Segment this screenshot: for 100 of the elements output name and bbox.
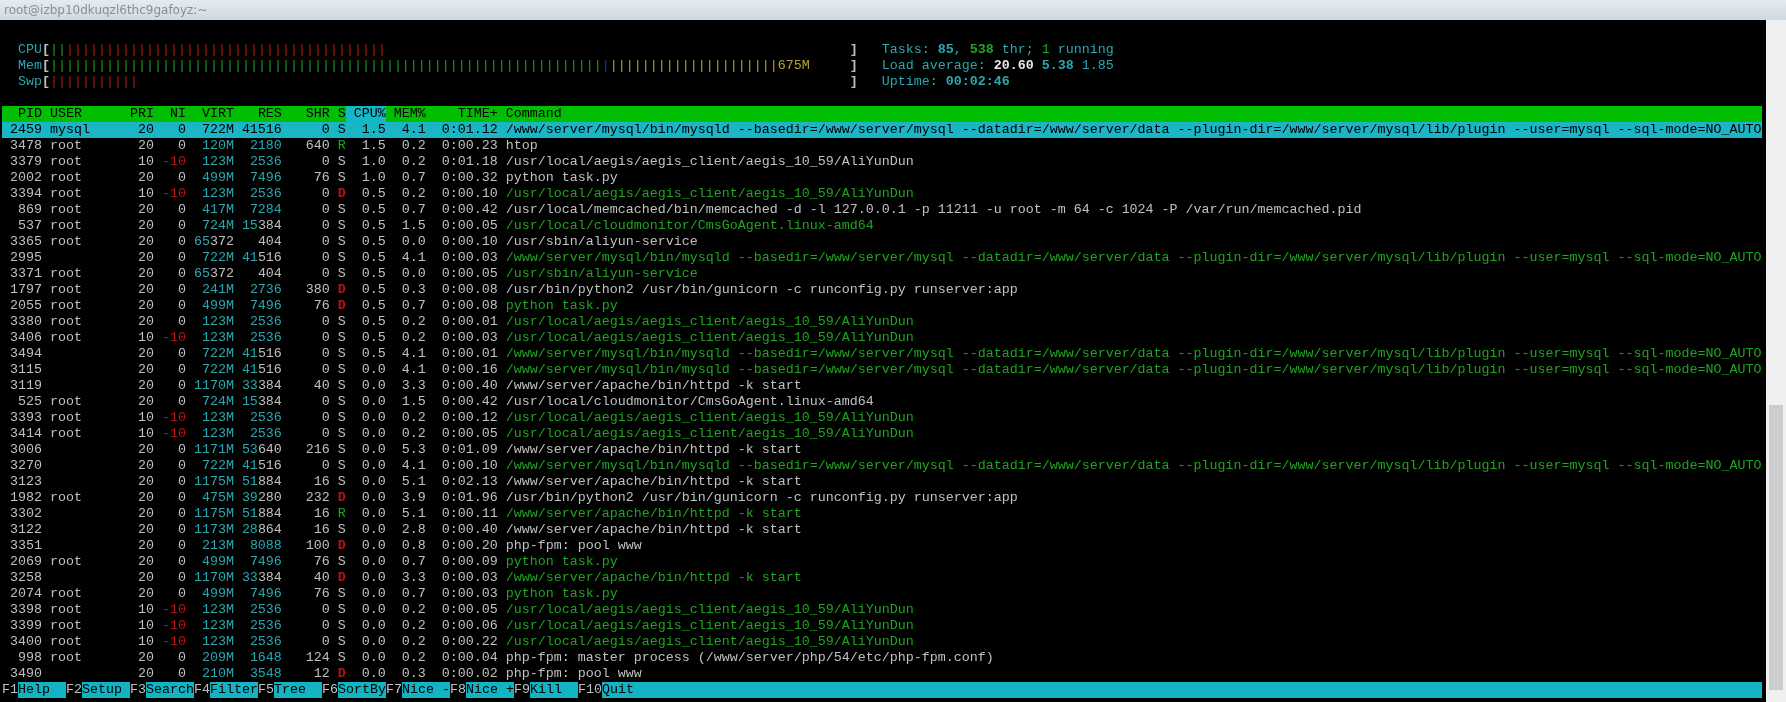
- table-cell-text: 0:00.05: [440, 426, 498, 442]
- column-header[interactable]: S: [329, 106, 346, 122]
- table-cell-text: 0: [320, 346, 330, 362]
- process-row[interactable]: 3371 root 20 0 65372 404 0 S 0.5 0.0 0:00.05 /usr/sbin/aliyun-service: [2, 266, 1762, 282]
- process-row[interactable]: 3490 20 0 210M 3548 12 D 0.0 0.3 0:00.02 php-fpm: pool www: [2, 666, 1762, 682]
- process-row[interactable]: 3393 root 10 -10 123M 2536 0 S 0.0 0.2 0:00.12 /usr/local/aegis/aegis_client/aegis_10_59/AliYunDun: [2, 410, 1762, 426]
- process-row[interactable]: 2055 root 20 0 499M 7496 76 D 0.5 0.7 0:00.08 python task.py: [2, 298, 1762, 314]
- table-cell-text: -10: [160, 330, 186, 346]
- table-cell-text: root: [48, 266, 83, 282]
- process-row[interactable]: 2074 root 20 0 499M 7496 76 S 0.0 0.7 0:00.03 python task.py: [2, 586, 1762, 602]
- process-row[interactable]: 3398 root 10 -10 123M 2536 0 S 0.0 0.2 0:00.05 /usr/local/aegis/aegis_client/aegis_10_59/AliYunDun: [2, 602, 1762, 618]
- table-cell-text: 20: [136, 122, 154, 138]
- column-header[interactable]: USER: [42, 106, 122, 122]
- process-row[interactable]: 3123 20 0 1175M 51884 16 S 0.0 5.1 0:02.13 /www/server/apache/bin/httpd -k start: [2, 474, 1762, 490]
- table-cell-text: 0.3: [400, 282, 426, 298]
- process-row[interactable]: 3399 root 10 -10 123M 2536 0 S 0.0 0.2 0:00.06 /usr/local/aegis/aegis_client/aegis_10_59/AliYunDun: [2, 618, 1762, 634]
- process-row[interactable]: 3494 20 0 722M 41516 0 S 0.5 4.1 0:00.01 /www/server/mysql/bin/mysqld --basedir=/www/server/mysql --datadir=/www/server/data --plugin-dir=/www/server/mysql/lib/plugin --user=mysql --sql-mode=NO_AUTO: [2, 346, 1762, 362]
- process-row[interactable]: 2995 20 0 722M 41516 0 S 0.5 4.1 0:00.03 /www/server/mysql/bin/mysqld --basedir=/www/server/mysql --datadir=/www/server/data --plugin-dir=/www/server/mysql/lib/plugin --user=mysql --sql-mode=NO_AUTO: [2, 250, 1762, 266]
- table-cell-text: 537: [17, 218, 42, 234]
- column-header[interactable]: RES: [233, 106, 282, 122]
- table-cell-text: 0.0: [360, 458, 386, 474]
- column-header[interactable]: MEM%: [385, 106, 426, 122]
- process-row[interactable]: 2002 root 20 0 499M 7496 76 S 1.0 0.7 0:00.32 python task.py: [2, 170, 1762, 186]
- table-cell-text: 0:00.06: [440, 618, 498, 634]
- table-cell-text: D: [336, 186, 346, 202]
- table-cell-text: 0: [176, 234, 186, 250]
- table-cell-text: 724M: [200, 394, 234, 410]
- table-cell-text: S: [336, 442, 346, 458]
- table-cell-text: 1173M: [192, 522, 234, 538]
- table-cell-text: 0: [320, 186, 330, 202]
- process-row[interactable]: 3365 root 20 0 65372 404 0 S 0.5 0.0 0:00.10 /usr/sbin/aliyun-service: [2, 234, 1762, 250]
- table-cell-text: S: [336, 554, 346, 570]
- table-cell-text: 0: [320, 458, 330, 474]
- table-cell-text: 5.3: [400, 442, 426, 458]
- table-cell-text: 0: [320, 410, 330, 426]
- column-header[interactable]: NI: [153, 106, 186, 122]
- table-cell-text: 0: [176, 538, 186, 554]
- scrollbar[interactable]: [1766, 20, 1786, 702]
- process-row[interactable]: 1797 root 20 0 241M 2736 380 D 0.5 0.3 0:00.08 /usr/bin/python2 /usr/bin/gunicorn -c runconfig.py runserver:app: [2, 282, 1762, 298]
- column-header[interactable]: VIRT: [185, 106, 234, 122]
- summary-line: Tasks: 85, 538 thr; 1 running: [881, 42, 1114, 58]
- process-row[interactable]: [2, 122, 1762, 138]
- process-row[interactable]: 3394 root 10 -10 123M 2536 0 D 0.5 0.2 0:00.10 /usr/local/aegis/aegis_client/aegis_10_59/AliYunDun: [2, 186, 1762, 202]
- meter-bars: ||||||||||||||||||||||||||||||||||||||||: [65, 42, 386, 58]
- column-header[interactable]: CPU%: [345, 106, 386, 122]
- table-cell-text: S: [336, 618, 346, 634]
- process-row[interactable]: 3119 20 0 1170M 33384 40 S 0.0 3.3 0:00.40 /www/server/apache/bin/httpd -k start: [2, 378, 1762, 394]
- table-cell-text: root: [48, 154, 83, 170]
- process-row[interactable]: 3302 20 0 1175M 51884 16 R 0.0 5.1 0:00.11 /www/server/apache/bin/httpd -k start: [2, 506, 1762, 522]
- process-row[interactable]: 3379 root 10 -10 123M 2536 0 S 1.0 0.2 0:01.18 /usr/local/aegis/aegis_client/aegis_10_59/AliYunDun: [2, 154, 1762, 170]
- process-row[interactable]: 3258 20 0 1170M 33384 40 D 0.0 3.3 0:00.03 /www/server/apache/bin/httpd -k start: [2, 570, 1762, 586]
- process-row[interactable]: 3380 root 20 0 123M 2536 0 S 0.5 0.2 0:00.01 /usr/local/aegis/aegis_client/aegis_10_59/AliYunDun: [2, 314, 1762, 330]
- table-cell-text: 20: [136, 522, 154, 538]
- table-cell-text: 0: [176, 218, 186, 234]
- process-row[interactable]: 1982 root 20 0 475M 39280 232 D 0.0 3.9 0:01.96 /usr/bin/python2 /usr/bin/gunicorn -c runconfig.py runserver:app: [2, 490, 1762, 506]
- column-header[interactable]: PRI: [121, 106, 154, 122]
- table-cell-text: 10: [136, 602, 154, 618]
- process-row[interactable]: 3270 20 0 722M 41516 0 S 0.0 4.1 0:00.10 /www/server/mysql/bin/mysqld --basedir=/www/server/mysql --datadir=/www/server/data --plugin-dir=/www/server/mysql/lib/plugin --user=mysql --sql-mode=NO_AUTO: [2, 458, 1762, 474]
- table-cell-text: 0:00.23: [440, 138, 498, 154]
- process-row[interactable]: 537 root 20 0 724M 15384 0 S 0.5 1.5 0:00.05 /usr/local/cloudmonitor/CmsGoAgent.linux-amd64: [2, 218, 1762, 234]
- table-cell-text: 0.7: [400, 586, 426, 602]
- table-cell-text: 20: [136, 506, 154, 522]
- column-header[interactable]: TIME+: [425, 106, 498, 122]
- table-cell-text: 7496: [248, 554, 282, 570]
- process-row[interactable]: 3478 root 20 0 120M 2180 640 R 1.5 0.2 0:00.23 htop: [2, 138, 1762, 154]
- process-row[interactable]: 3414 root 10 -10 123M 2536 0 S 0.0 0.2 0:00.05 /usr/local/aegis/aegis_client/aegis_10_59/AliYunDun: [2, 426, 1762, 442]
- table-cell-text: 0.3: [400, 666, 426, 682]
- table-cell-text: 15384: [240, 394, 282, 410]
- column-header[interactable]: SHR: [281, 106, 330, 122]
- process-row[interactable]: 3122 20 0 1173M 28864 16 S 0.0 2.8 0:00.40 /www/server/apache/bin/httpd -k start: [2, 522, 1762, 538]
- table-cell-text: 722M: [200, 250, 234, 266]
- column-header[interactable]: PID: [2, 106, 42, 122]
- process-row[interactable]: 525 root 20 0 724M 15384 0 S 0.0 1.5 0:00.42 /usr/local/cloudmonitor/CmsGoAgent.linux-amd64: [2, 394, 1762, 410]
- table-cell-text: 2536: [248, 618, 282, 634]
- table-cell-text: 3399: [9, 618, 42, 634]
- table-cell-text: 499M: [200, 586, 234, 602]
- table-cell-text: 2002: [9, 170, 42, 186]
- table-cell-text: 3.3: [400, 378, 426, 394]
- table-cell-text: 0: [320, 234, 330, 250]
- table-cell-text: 0: [176, 442, 186, 458]
- table-cell-text: root: [48, 186, 83, 202]
- process-row[interactable]: 2069 root 20 0 499M 7496 76 S 0.0 0.7 0:00.09 python task.py: [2, 554, 1762, 570]
- process-row[interactable]: 998 root 20 0 209M 1648 124 S 0.0 0.2 0:00.04 php-fpm: master process (/www/server/php/54/etc/php-fpm.conf): [2, 650, 1762, 666]
- table-cell-text: 0.5: [360, 266, 386, 282]
- table-cell-text: 0: [176, 570, 186, 586]
- process-row[interactable]: 3406 root 10 -10 123M 2536 0 S 0.5 0.2 0:00.03 /usr/local/aegis/aegis_client/aegis_10_59/AliYunDun: [2, 330, 1762, 346]
- table-cell-text: 0.2: [400, 154, 426, 170]
- table-cell-text: 20: [136, 378, 154, 394]
- process-row[interactable]: 3351 20 0 213M 8088 100 D 0.0 0.8 0:00.20 php-fpm: pool www: [2, 538, 1762, 554]
- process-row[interactable]: 3400 root 10 -10 123M 2536 0 S 0.0 0.2 0:00.22 /usr/local/aegis/aegis_client/aegis_10_59/AliYunDun: [2, 634, 1762, 650]
- process-row[interactable]: 3006 20 0 1171M 53640 216 S 0.0 5.3 0:01.09 /www/server/apache/bin/httpd -k start: [2, 442, 1762, 458]
- table-cell-text: 1.0: [360, 154, 386, 170]
- table-cell-text: S: [336, 362, 346, 378]
- process-row[interactable]: 869 root 20 0 417M 7284 0 S 0.5 0.7 0:00.42 /usr/local/memcached/bin/memcached -d -l 127.0.0.1 -p 11211 -u root -m 64 -c 1024 -P /var/run/memcached.pid: [2, 202, 1762, 218]
- scrollbar-thumb[interactable]: [1769, 405, 1783, 690]
- column-header[interactable]: Command: [497, 106, 1762, 122]
- table-cell-text: 1982: [9, 490, 42, 506]
- table-cell-text: root: [48, 618, 83, 634]
- table-cell-text: 3302: [9, 506, 42, 522]
- process-row[interactable]: 3115 20 0 722M 41516 0 S 0.0 4.1 0:00.16 /www/server/mysql/bin/mysqld --basedir=/www/server/mysql --datadir=/www/server/data --plugin-dir=/www/server/mysql/lib/plugin --user=mysql --sql-mode=NO_AUTO: [2, 362, 1762, 378]
